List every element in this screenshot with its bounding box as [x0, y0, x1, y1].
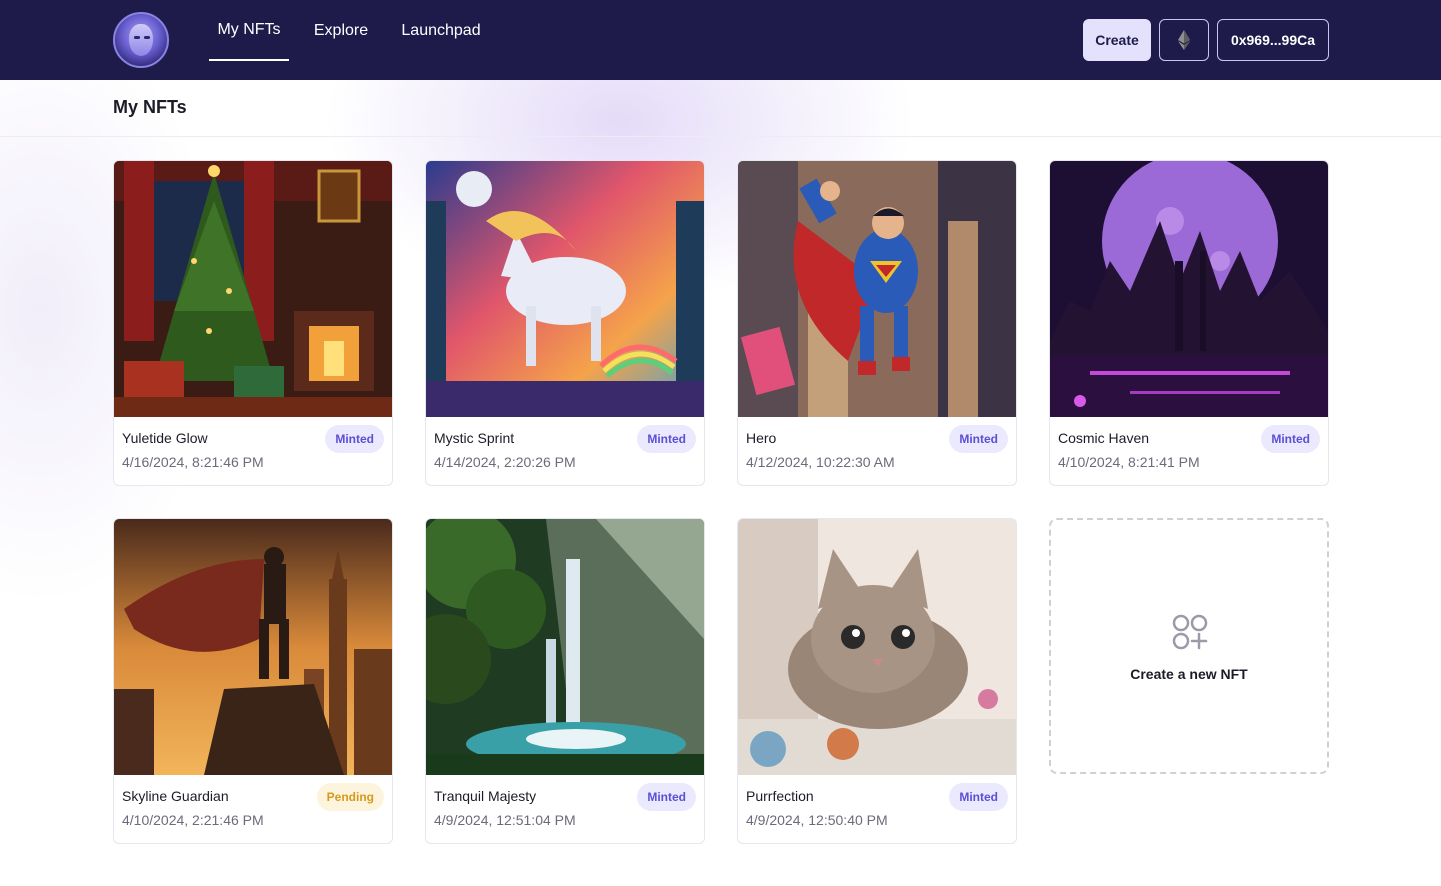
nft-card[interactable]: Mystic Sprint Minted 4/14/2024, 2:20:26 …	[425, 160, 705, 486]
nft-card[interactable]: Purrfection Minted 4/9/2024, 12:50:40 PM	[737, 518, 1017, 844]
divider	[0, 136, 1441, 137]
nft-image	[738, 519, 1016, 775]
nft-card[interactable]: Yuletide Glow Minted 4/16/2024, 8:21:46 …	[113, 160, 393, 486]
create-new-nft-label: Create a new NFT	[1130, 666, 1248, 682]
nft-card[interactable]: Cosmic Haven Minted 4/10/2024, 8:21:41 P…	[1049, 160, 1329, 486]
status-badge: Minted	[637, 783, 696, 811]
grid-plus-icon	[1172, 614, 1208, 650]
status-badge: Pending	[316, 783, 384, 811]
top-navbar: My NFTs Explore Launchpad Create 0x969..…	[0, 0, 1441, 80]
create-new-nft-card[interactable]: Create a new NFT	[1049, 518, 1329, 774]
nft-name: Skyline Guardian	[122, 788, 229, 804]
nft-card[interactable]: Hero Minted 4/12/2024, 10:22:30 AM	[737, 160, 1017, 486]
nft-image	[738, 161, 1016, 417]
nft-date: 4/10/2024, 2:21:46 PM	[122, 812, 264, 828]
nft-date: 4/9/2024, 12:50:40 PM	[746, 812, 888, 828]
network-selector-button[interactable]	[1159, 19, 1209, 61]
nft-name: Purrfection	[746, 788, 814, 804]
nft-name: Hero	[746, 430, 777, 446]
nft-name: Cosmic Haven	[1058, 430, 1150, 446]
nft-card[interactable]: Skyline Guardian Pending 4/10/2024, 2:21…	[113, 518, 393, 844]
nft-date: 4/12/2024, 10:22:30 AM	[746, 454, 895, 470]
nft-date: 4/10/2024, 8:21:41 PM	[1058, 454, 1200, 470]
nav-my-nfts[interactable]: My NFTs	[209, 0, 289, 61]
nft-date: 4/14/2024, 2:20:26 PM	[434, 454, 576, 470]
status-badge: Minted	[1261, 425, 1320, 453]
nft-card[interactable]: Tranquil Majesty Minted 4/9/2024, 12:51:…	[425, 518, 705, 844]
status-badge: Minted	[325, 425, 384, 453]
nft-name: Mystic Sprint	[434, 430, 515, 446]
status-badge: Minted	[949, 783, 1008, 811]
nft-name: Yuletide Glow	[122, 430, 208, 446]
nft-image	[114, 161, 392, 417]
nav-explore[interactable]: Explore	[309, 0, 373, 61]
nft-image	[114, 519, 392, 775]
status-badge: Minted	[949, 425, 1008, 453]
app-logo[interactable]	[113, 12, 169, 68]
nft-image	[426, 519, 704, 775]
nav-launchpad[interactable]: Launchpad	[397, 0, 485, 61]
create-button[interactable]: Create	[1083, 19, 1151, 61]
nft-name: Tranquil Majesty	[434, 788, 537, 804]
page-title: My NFTs	[113, 97, 187, 117]
nft-image	[1050, 161, 1328, 417]
nft-date: 4/9/2024, 12:51:04 PM	[434, 812, 576, 828]
status-badge: Minted	[637, 425, 696, 453]
nft-date: 4/16/2024, 8:21:46 PM	[122, 454, 264, 470]
wallet-address-button[interactable]: 0x969...99Ca	[1217, 19, 1329, 61]
nft-image	[426, 161, 704, 417]
ethereum-icon	[1178, 30, 1190, 50]
